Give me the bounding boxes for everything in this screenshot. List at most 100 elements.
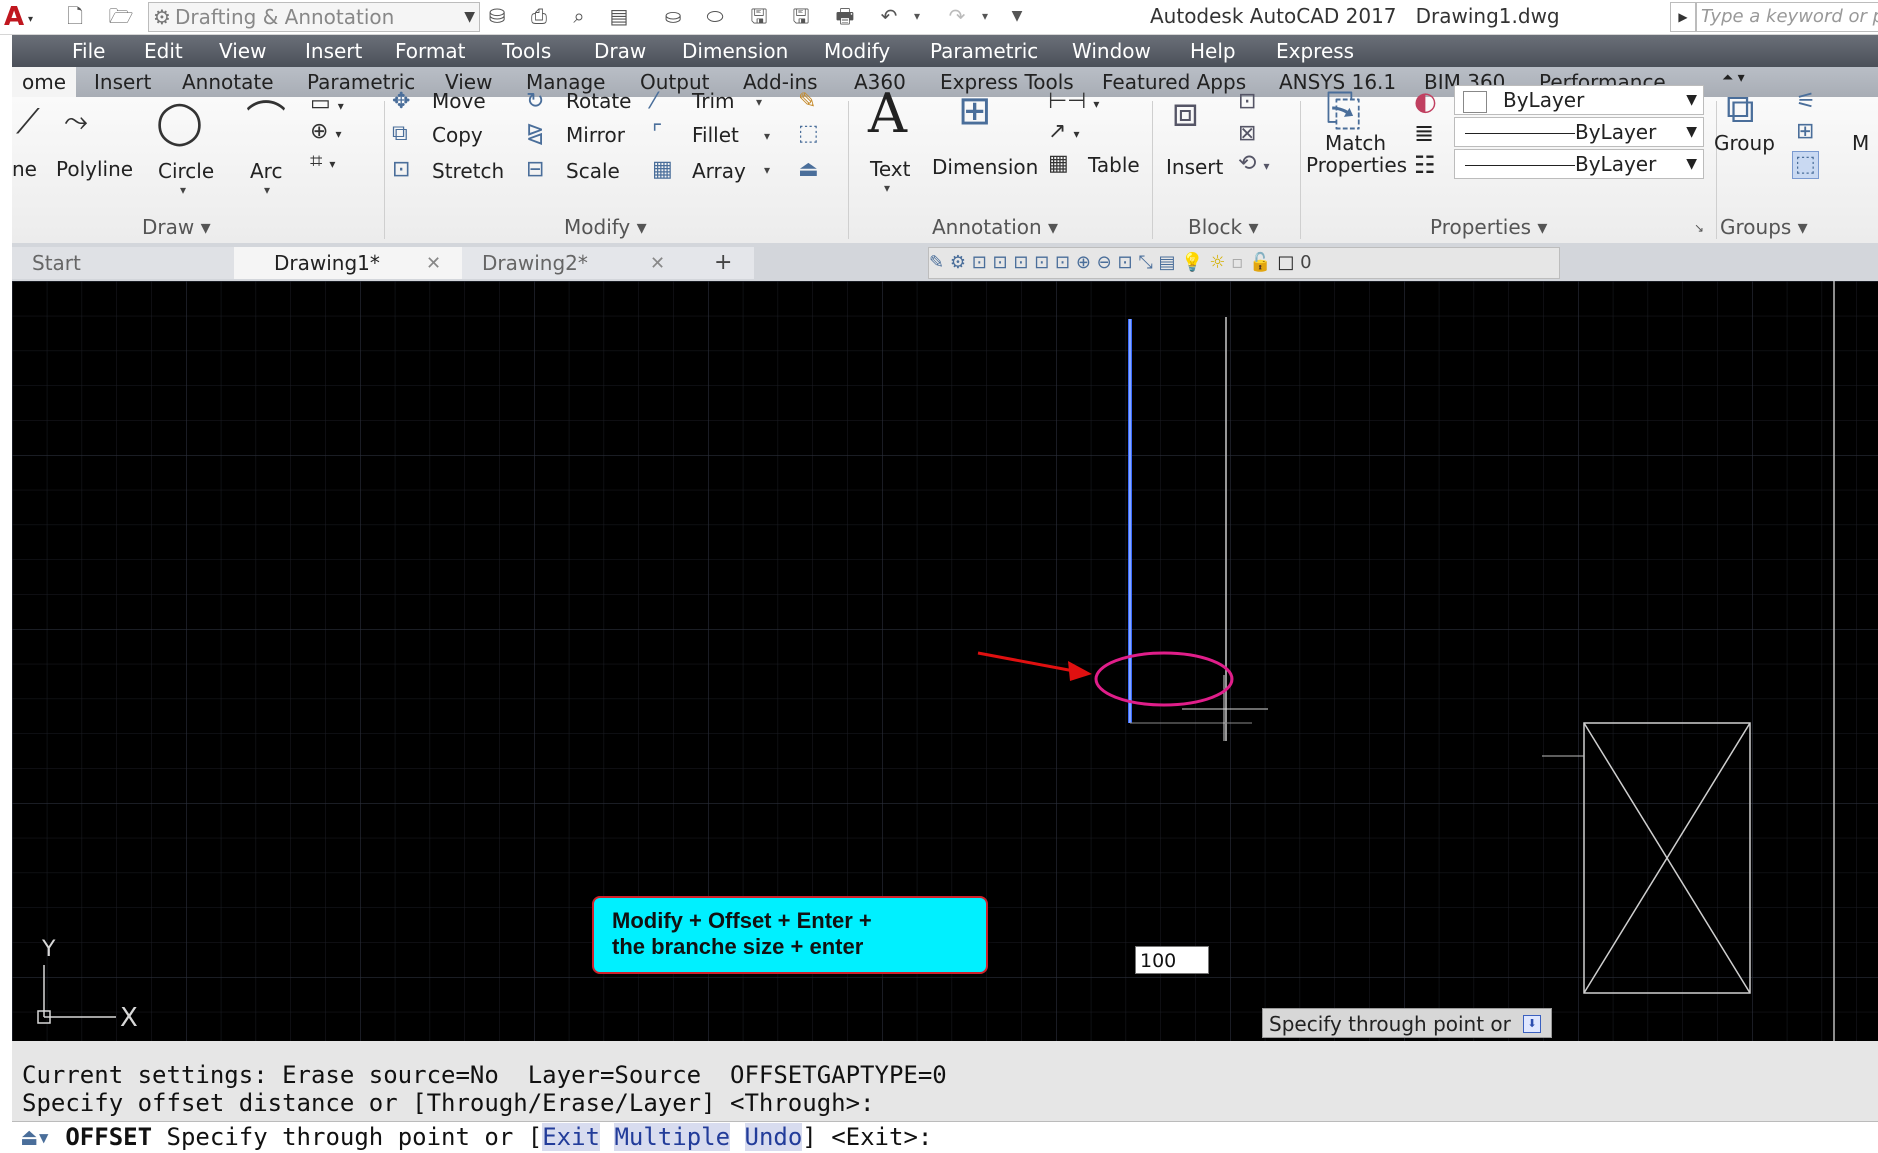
lock-icon[interactable]: 🔓 xyxy=(1249,252,1271,273)
arc-icon[interactable]: ⌒ xyxy=(246,101,286,141)
zoom-out-icon[interactable]: ⊖ xyxy=(1097,252,1112,273)
open-icon[interactable]: 🗁 xyxy=(108,4,134,28)
floating-toolbar[interactable]: ✎ ⚙ ⊡ ⊡ ⊡ ⊡ ⊡ ⊕ ⊖ ⊡ ⤡ ▤ 💡 ☼ ▫ 🔓 □ 0 xyxy=(928,247,1560,279)
batch-plot-icon[interactable]: ⛀ xyxy=(660,4,686,28)
menu-express[interactable]: Express xyxy=(1276,39,1354,63)
mirror-button[interactable]: Mirror xyxy=(566,123,625,147)
down-arrow-icon[interactable]: ⬇ xyxy=(1523,1015,1541,1033)
rotate-button[interactable]: Rotate xyxy=(566,89,631,113)
line-button-label[interactable]: ne xyxy=(12,157,37,181)
text-button[interactable]: Text xyxy=(870,157,910,181)
move-button[interactable]: Move xyxy=(432,89,486,113)
linetype-select[interactable]: ByLayer ▼ xyxy=(1454,149,1704,179)
menu-modify[interactable]: Modify xyxy=(824,39,890,63)
search-input[interactable]: Type a keyword or p xyxy=(1696,2,1878,32)
match-properties-icon[interactable]: ⎘ xyxy=(1326,89,1361,133)
lineweight-select[interactable]: ByLayer ▼ xyxy=(1454,117,1704,147)
plot-icon[interactable]: ⎙ xyxy=(526,4,552,28)
undo-icon[interactable]: ↶ xyxy=(876,4,902,28)
option-multiple[interactable]: Multiple xyxy=(614,1123,731,1151)
boundary-icon[interactable]: ⌗ ▾ xyxy=(310,151,335,173)
table-icon[interactable]: ▦ xyxy=(1048,153,1069,175)
save-as-icon[interactable]: 🖫 xyxy=(788,4,814,28)
menu-view[interactable]: View xyxy=(219,39,266,63)
layer-states-icon[interactable]: ⚙ xyxy=(950,252,966,273)
command-line[interactable]: ⏏▾ OFFSET Specify through point or [Exit… xyxy=(12,1121,1878,1153)
circle-button[interactable]: Circle xyxy=(158,159,214,183)
autocad-logo-icon[interactable]: A ▾ xyxy=(0,0,38,34)
publish-icon[interactable]: ▤ xyxy=(606,4,632,28)
trim-dropdown-icon[interactable]: ▾ xyxy=(756,95,762,109)
zoom-extents-icon[interactable]: ⤡ xyxy=(1138,252,1152,273)
stretch-button[interactable]: Stretch xyxy=(432,159,504,183)
save-to-web-icon[interactable]: ⛁ xyxy=(484,4,510,28)
drawing-canvas[interactable]: Y X Modify + Offset + Enter + the branch… xyxy=(12,281,1878,1041)
fillet-dropdown-icon[interactable]: ▾ xyxy=(764,129,770,143)
tab-drawing2[interactable]: Drawing2* xyxy=(462,247,708,279)
match-properties-label-1[interactable]: Match xyxy=(1325,131,1386,155)
pencil-icon[interactable]: ✎ xyxy=(929,252,944,273)
workspace-select[interactable]: ⚙ Drafting & Annotation ▼ xyxy=(148,2,480,32)
panel-modify-title[interactable]: Modify ▾ xyxy=(564,215,647,239)
zoom-scale-icon[interactable]: ⊡ xyxy=(1013,252,1028,273)
offset-icon[interactable]: ⏏ xyxy=(798,159,819,181)
dynamic-input-field[interactable]: 100 xyxy=(1135,946,1209,974)
preview-icon[interactable]: ⌕ xyxy=(566,4,592,28)
command-icon[interactable]: ⏏▾ xyxy=(12,1123,51,1151)
array-button[interactable]: Array xyxy=(692,159,746,183)
menu-file[interactable]: File xyxy=(72,39,105,63)
sun-icon[interactable]: ☼ xyxy=(1209,252,1225,273)
table-button[interactable]: Table xyxy=(1088,153,1140,177)
arc-dropdown-icon[interactable]: ▾ xyxy=(264,183,270,197)
redo-dropdown-icon[interactable]: ▾ xyxy=(972,4,998,28)
group-button[interactable]: Group xyxy=(1714,131,1775,155)
panel-draw-title[interactable]: Draw ▾ xyxy=(142,215,211,239)
save-icon[interactable]: 🖫 xyxy=(746,4,772,28)
dialog-launcher-icon[interactable]: ↘ xyxy=(1694,221,1704,235)
light-bulb-icon[interactable]: 💡 xyxy=(1181,252,1203,273)
ribbon-minimize-icon[interactable]: ⏶ ▾ xyxy=(1722,70,1745,86)
polyline-icon[interactable]: ⤳ xyxy=(64,107,88,137)
customize-qat-icon[interactable]: ▼ xyxy=(1004,4,1030,28)
linetype-icon[interactable]: ☷ xyxy=(1414,153,1436,177)
circle-dropdown-icon[interactable]: ▾ xyxy=(180,183,186,197)
zoom-object-icon[interactable]: ⊡ xyxy=(1055,252,1070,273)
arc-button[interactable]: Arc xyxy=(250,159,282,183)
ungroup-icon[interactable]: ⚟ xyxy=(1796,91,1816,113)
group-icon[interactable]: ⧉ xyxy=(1726,89,1755,129)
layer-color-icon[interactable]: □ xyxy=(1277,252,1294,273)
color-select[interactable]: ByLayer ▼ xyxy=(1454,85,1704,115)
option-exit[interactable]: Exit xyxy=(542,1123,600,1151)
close-icon[interactable]: ✕ xyxy=(426,253,441,274)
create-block-icon[interactable]: ⊡ xyxy=(1238,91,1256,113)
zoom-all-icon[interactable]: ⊡ xyxy=(1118,252,1133,273)
group-selection-icon[interactable]: ⬚ xyxy=(1792,151,1819,179)
panel-groups-title[interactable]: Groups ▾ xyxy=(1720,215,1808,239)
leader-icon[interactable]: ↗ ▾ xyxy=(1048,121,1079,143)
zoom-window-icon[interactable]: ⊡ xyxy=(972,252,987,273)
menu-format[interactable]: Format xyxy=(395,39,465,63)
zoom-in-icon[interactable]: ⊕ xyxy=(1076,252,1091,273)
menu-dimension[interactable]: Dimension xyxy=(682,39,788,63)
menu-edit[interactable]: Edit xyxy=(144,39,183,63)
zoom-dynamic-icon[interactable]: ⊡ xyxy=(993,252,1008,273)
layer-icon[interactable]: ▤ xyxy=(1158,252,1175,273)
group-edit-icon[interactable]: ⊞ xyxy=(1796,121,1814,143)
panel-properties-title[interactable]: Properties ▾ xyxy=(1430,215,1547,239)
line-icon[interactable]: ⟋ xyxy=(16,105,40,139)
lineweight-icon[interactable]: ≣ xyxy=(1414,121,1434,145)
tab-insert[interactable]: Insert xyxy=(94,70,151,94)
linear-dim-icon[interactable]: ⊢⊣ ▾ xyxy=(1048,91,1099,113)
menu-draw[interactable]: Draw xyxy=(594,39,646,63)
menu-window[interactable]: Window xyxy=(1072,39,1151,63)
dynamic-prompt-tooltip[interactable]: Specify through point or ⬇ xyxy=(1262,1008,1552,1038)
option-undo[interactable]: Undo xyxy=(744,1123,803,1151)
insert-block-icon[interactable]: ⧈ xyxy=(1172,91,1199,133)
panel-annotation-title[interactable]: Annotation ▾ xyxy=(932,215,1058,239)
close-icon[interactable]: ✕ xyxy=(650,253,665,274)
tab-drawing1[interactable]: Drawing1* xyxy=(234,247,480,279)
text-dropdown-icon[interactable]: ▾ xyxy=(884,181,890,195)
zoom-center-icon[interactable]: ⊡ xyxy=(1034,252,1049,273)
print-icon[interactable]: 🖶 xyxy=(832,4,858,28)
tab-annotate[interactable]: Annotate xyxy=(182,70,274,94)
